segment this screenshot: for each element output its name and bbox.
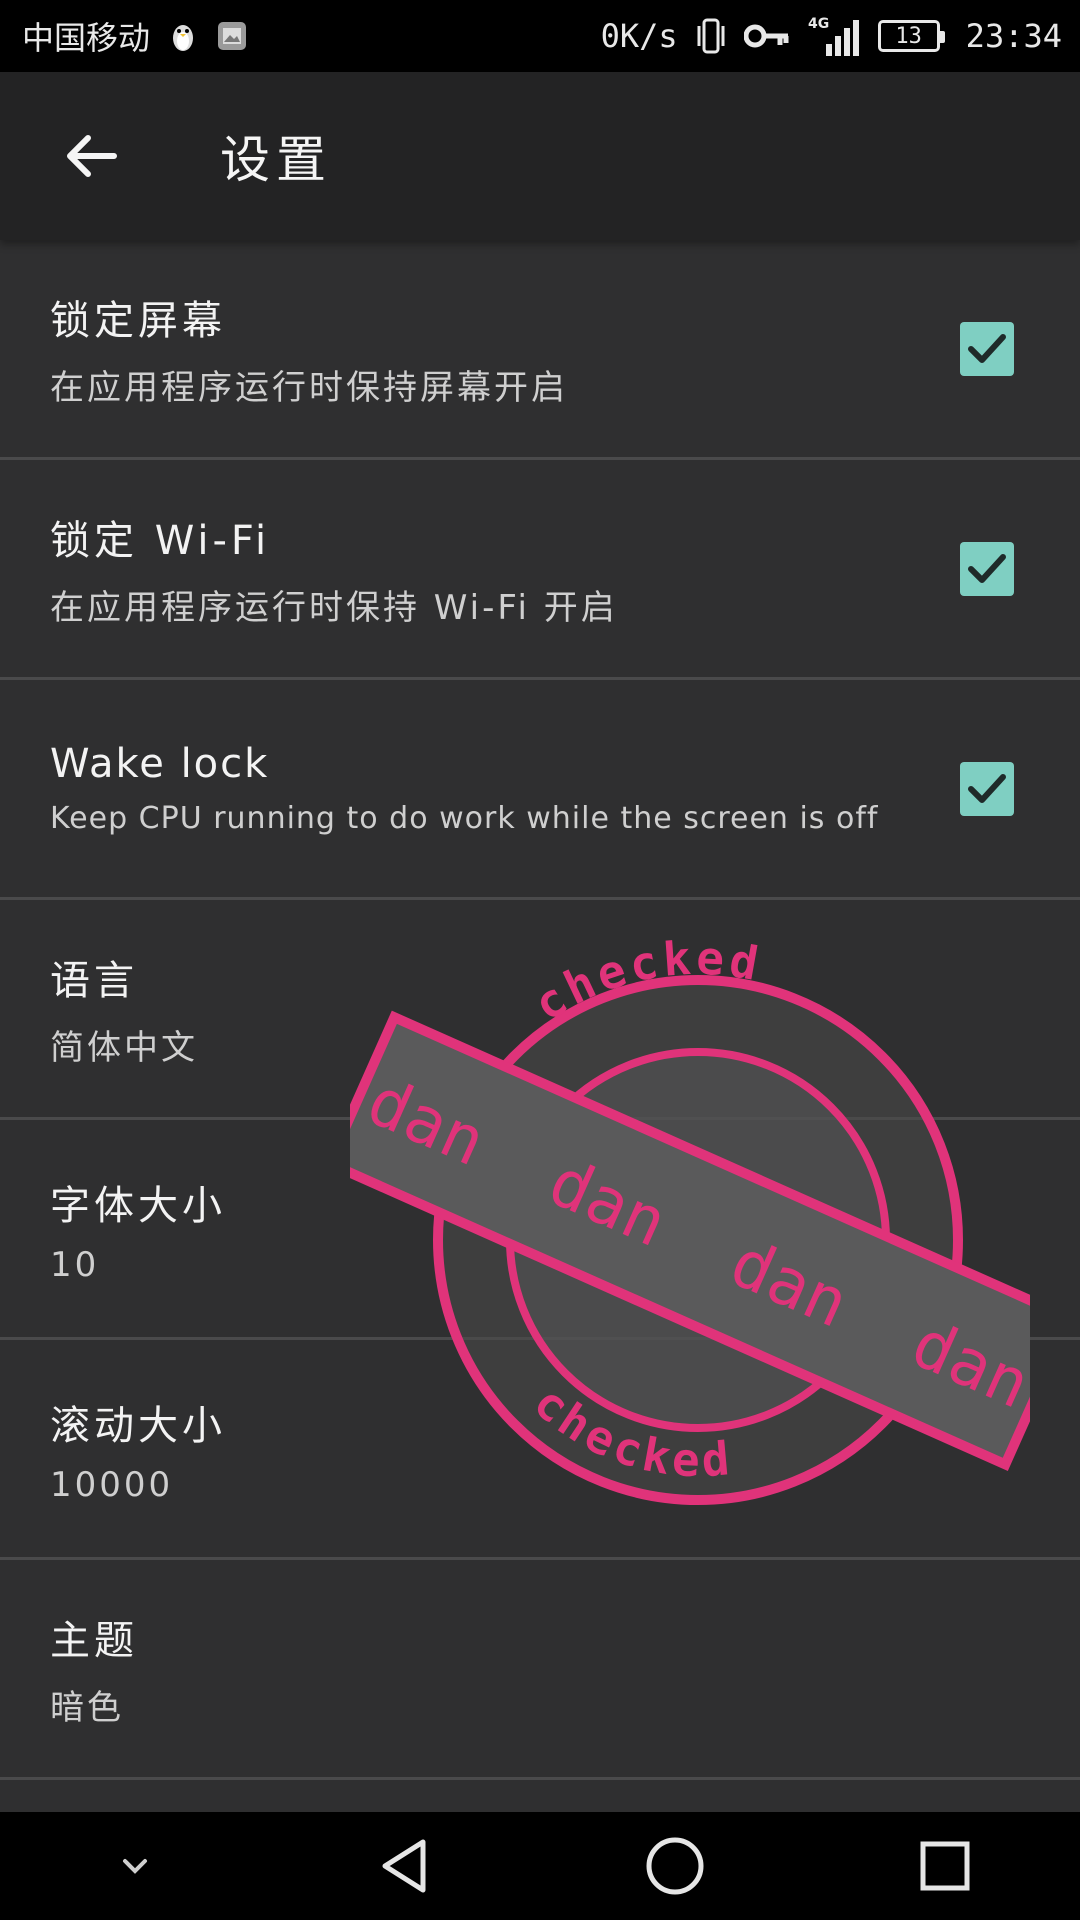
net-speed: 0K/s: [600, 17, 678, 55]
recents-square-icon: [920, 1841, 970, 1891]
keep-wifi-on-checkbox[interactable]: [960, 541, 1014, 596]
nav-back-button[interactable]: [345, 1816, 465, 1916]
nav-recents-button[interactable]: [885, 1816, 1005, 1916]
setting-title: 锁定 Wi-Fi: [50, 518, 271, 564]
setting-title: 锁定屏幕: [50, 298, 226, 344]
checkmark-icon: [968, 553, 1006, 583]
page-title: 设置: [220, 131, 332, 189]
setting-title: 语言: [50, 958, 138, 1004]
setting-summary: 在应用程序运行时保持屏幕开启: [50, 368, 568, 408]
setting-title: 字体大小: [50, 1182, 226, 1229]
setting-summary: 10: [50, 1244, 100, 1285]
nav-home-button[interactable]: [615, 1816, 735, 1916]
setting-title: 滚动大小: [50, 1402, 226, 1449]
setting-title: 主题: [50, 1618, 138, 1664]
status-left: 中国移动: [22, 13, 248, 59]
status-right: 0K/s 4G 13 23:34: [601, 14, 1062, 58]
hide-nav-button[interactable]: [75, 1816, 195, 1916]
back-triangle-icon: [382, 1839, 426, 1893]
setting-title: Wake lock: [50, 741, 270, 787]
battery-indicator: 13: [877, 20, 945, 52]
setting-summary: 简体中文: [50, 1028, 198, 1068]
navigation-bar: [0, 1812, 1080, 1920]
setting-keep-screen-on[interactable]: 锁定屏幕 在应用程序运行时保持屏幕开启: [0, 240, 1080, 460]
image-notification-icon: [216, 20, 248, 52]
vibrate-icon: [694, 16, 728, 56]
network-type: 4G: [808, 16, 829, 32]
arrow-left-icon: [67, 135, 117, 177]
checkmark-icon: [968, 333, 1006, 363]
setting-summary: Keep CPU running to do work while the sc…: [50, 801, 879, 836]
setting-wake-lock[interactable]: Wake lock Keep CPU running to do work wh…: [0, 680, 1080, 900]
setting-language[interactable]: 语言 简体中文: [0, 900, 1080, 1120]
home-circle-icon: [646, 1837, 704, 1895]
setting-font-size[interactable]: 字体大小 10: [0, 1120, 1080, 1340]
checkmark-icon: [968, 773, 1006, 803]
signal-4g-icon: 4G: [806, 14, 862, 58]
setting-scroll-size[interactable]: 滚动大小 10000: [0, 1340, 1080, 1560]
setting-summary: 10000: [50, 1464, 174, 1505]
app-bar: 设置: [0, 72, 1080, 240]
clock: 23:34: [965, 17, 1062, 55]
back-button[interactable]: [40, 106, 140, 206]
key-icon: [743, 21, 790, 51]
wake-lock-checkbox[interactable]: [960, 761, 1014, 816]
penguin-icon: [166, 19, 200, 53]
keep-screen-on-checkbox[interactable]: [960, 321, 1014, 376]
setting-theme[interactable]: 主题 暗色: [0, 1560, 1080, 1780]
status-bar: 中国移动 0K/s 4G 13 23:34: [0, 0, 1080, 72]
chevron-down-icon: [123, 1859, 147, 1874]
settings-list: 锁定屏幕 在应用程序运行时保持屏幕开启 锁定 Wi-Fi 在应用程序运行时保持 …: [0, 240, 1080, 1780]
setting-summary: 暗色: [50, 1688, 124, 1728]
setting-summary: 在应用程序运行时保持 Wi-Fi 开启: [50, 588, 618, 628]
setting-keep-wifi-on[interactable]: 锁定 Wi-Fi 在应用程序运行时保持 Wi-Fi 开启: [0, 460, 1080, 680]
carrier-name: 中国移动: [22, 19, 151, 57]
